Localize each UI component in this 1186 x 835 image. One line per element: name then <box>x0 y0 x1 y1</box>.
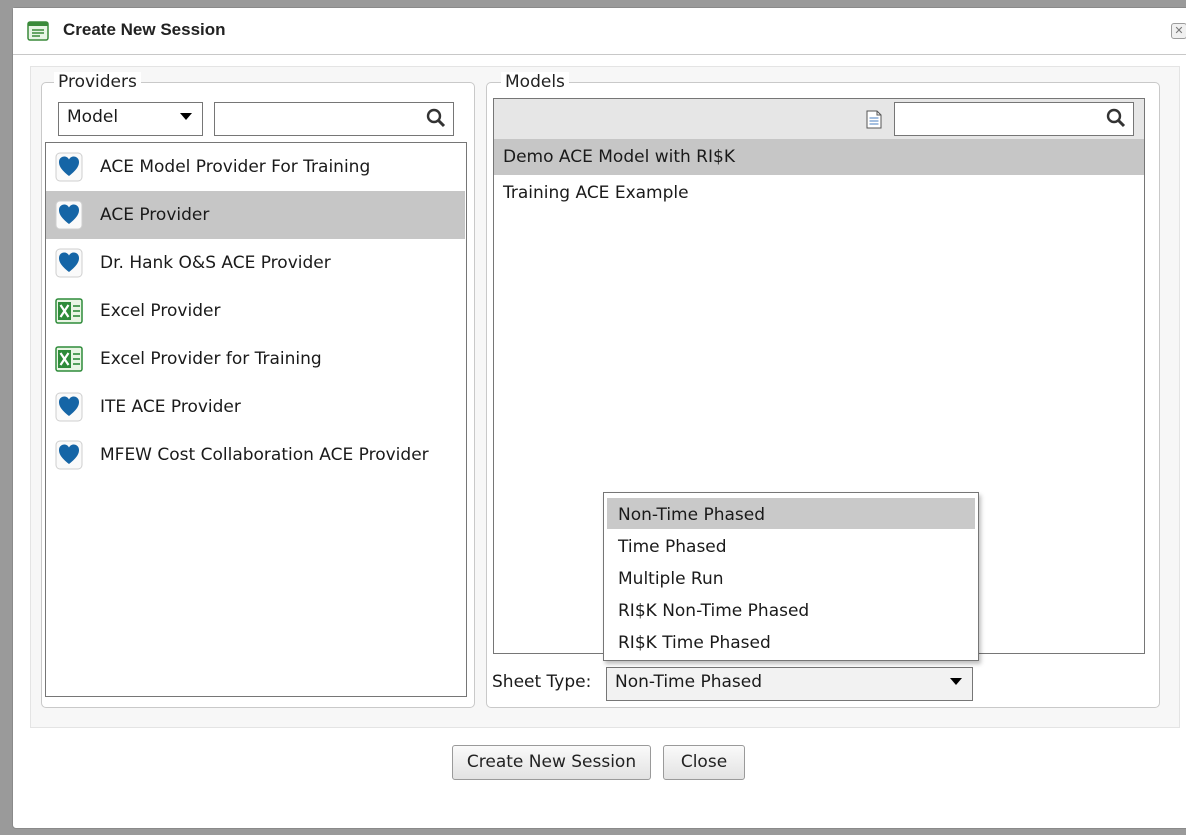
sheet-type-option-label: Non-Time Phased <box>618 505 766 525</box>
model-list-item[interactable]: Training ACE Example <box>494 175 1144 211</box>
sheet-type-option[interactable]: Multiple Run <box>607 562 975 593</box>
model-toolbar <box>494 99 1144 140</box>
sheet-type-option-label: Multiple Run <box>618 569 724 589</box>
chevron-down-icon <box>950 678 962 685</box>
model-list-item[interactable]: Demo ACE Model with RI$K <box>494 139 1144 175</box>
provider-list-item[interactable]: Excel Provider for Training <box>46 335 465 383</box>
sheet-type-select[interactable]: Non-Time Phased <box>606 667 973 701</box>
document-icon[interactable] <box>866 110 882 129</box>
chevron-down-icon <box>180 113 192 120</box>
create-session-button[interactable]: Create New Session <box>452 745 651 780</box>
provider-list-item[interactable]: ACE Model Provider For Training <box>46 143 465 191</box>
sheet-type-option-label: RI$K Non-Time Phased <box>618 601 810 621</box>
provider-list-item[interactable]: Dr. Hank O&S ACE Provider <box>46 239 465 287</box>
provider-list: ACE Model Provider For Training ACE Provi… <box>45 142 467 697</box>
sheet-type-option[interactable]: Time Phased <box>607 530 975 561</box>
provider-label: Dr. Hank O&S ACE Provider <box>100 253 331 273</box>
models-legend: Models <box>501 72 569 92</box>
provider-filter-select[interactable]: Model <box>58 102 203 136</box>
close-window-icon[interactable]: ✕ <box>1171 23 1186 39</box>
sheet-type-option-label: RI$K Time Phased <box>618 633 771 653</box>
providers-legend: Providers <box>54 72 141 92</box>
providers-group: Providers Model ACE Model Provider For T… <box>41 72 475 708</box>
provider-list-item[interactable]: ACE Provider <box>46 191 465 239</box>
model-label: Demo ACE Model with RI$K <box>503 147 735 167</box>
sheet-type-option-label: Time Phased <box>618 537 727 557</box>
heart-icon <box>55 200 83 230</box>
provider-label: Excel Provider <box>100 301 221 321</box>
provider-label: Excel Provider for Training <box>100 349 322 369</box>
provider-list-item[interactable]: ITE ACE Provider <box>46 383 465 431</box>
create-session-dialog: Create New Session ✕ Providers Model ACE… <box>12 7 1186 829</box>
dialog-title: Create New Session <box>63 20 226 39</box>
sheet-type-dropdown: Non-Time Phased Time Phased Multiple Run RI… <box>603 492 979 661</box>
provider-list-item[interactable]: Excel Provider <box>46 287 465 335</box>
heart-icon <box>55 152 83 182</box>
heart-icon <box>55 392 83 422</box>
provider-search-input[interactable] <box>214 102 454 136</box>
provider-label: ITE ACE Provider <box>100 397 241 417</box>
session-window-icon <box>27 21 49 41</box>
model-search-input[interactable] <box>894 102 1134 136</box>
heart-icon <box>55 248 83 278</box>
sheet-type-option[interactable]: RI$K Time Phased <box>607 626 975 657</box>
search-icon[interactable] <box>1106 108 1126 130</box>
close-button[interactable]: Close <box>663 745 745 780</box>
provider-list-item[interactable]: MFEW Cost Collaboration ACE Provider <box>46 431 465 479</box>
provider-label: ACE Model Provider For Training <box>100 157 371 177</box>
title-bar: Create New Session ✕ <box>13 8 1186 55</box>
provider-label: MFEW Cost Collaboration ACE Provider <box>100 445 429 465</box>
search-icon[interactable] <box>426 108 446 130</box>
sheet-type-label: Sheet Type: <box>492 672 592 692</box>
heart-icon <box>55 440 83 470</box>
excel-icon <box>55 346 83 372</box>
sheet-type-value: Non-Time Phased <box>615 672 763 692</box>
excel-icon <box>55 298 83 324</box>
provider-label: ACE Provider <box>100 205 210 225</box>
provider-filter-value: Model <box>67 107 119 127</box>
sheet-type-option[interactable]: RI$K Non-Time Phased <box>607 594 975 625</box>
model-label: Training ACE Example <box>503 183 689 203</box>
sheet-type-option[interactable]: Non-Time Phased <box>607 498 975 529</box>
